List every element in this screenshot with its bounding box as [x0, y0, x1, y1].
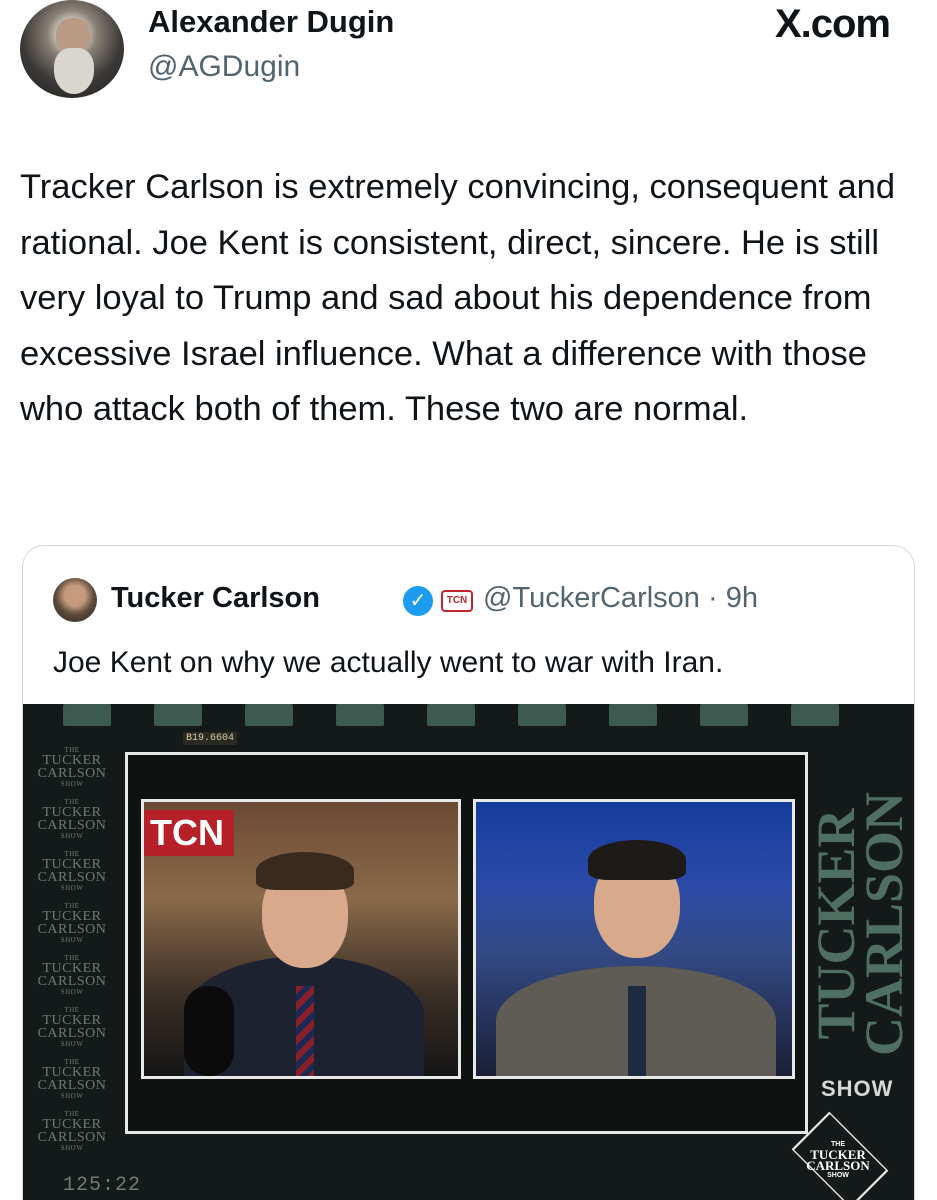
film-strip-decoration — [63, 704, 913, 730]
video-thumbnail[interactable]: B19.6604 THE TUCKER CARLSON SHOW THE TUCKER C… — [23, 704, 914, 1200]
film-hole — [154, 704, 202, 726]
quoted-tweet-card[interactable]: Tucker Carlson ✓ TCN @TuckerCarlson · 9h… — [22, 545, 915, 1200]
tcn-sign: TCN — [144, 810, 234, 856]
watermark-item: THE TUCKER CARLSON SHOW — [37, 954, 107, 996]
quoted-tweet-header: Tucker Carlson ✓ TCN @TuckerCarlson · 9h — [53, 576, 913, 626]
quoted-author-avatar[interactable] — [53, 578, 97, 622]
left-video-panel: TCN — [141, 799, 461, 1079]
tweet-header: Alexander Dugin @AGDugin X.com — [20, 0, 920, 110]
affiliate-badge-icon[interactable]: TCN — [441, 590, 473, 612]
film-hole — [791, 704, 839, 726]
author-handle[interactable]: @AGDugin — [148, 50, 300, 84]
right-video-panel — [473, 799, 795, 1079]
watermark-item: THE TUCKER CARLSON SHOW — [37, 1006, 107, 1048]
tweet-text: Tracker Carlson is extremely convincing,… — [20, 168, 896, 428]
microphone — [184, 986, 234, 1076]
corner-logo-icon: THE TUCKER CARLSON SHOW — [778, 1111, 898, 1200]
verified-badge-icon: ✓ — [403, 586, 433, 616]
watermark-stack: THE TUCKER CARLSON SHOW THE TUCKER CARLSON SHO… — [31, 746, 113, 1162]
corner-logo-text: THE TUCKER CARLSON SHOW — [806, 1141, 870, 1179]
watermark-item: THE TUCKER CARLSON SHOW — [37, 746, 107, 788]
watermark-item: THE TUCKER CARLSON SHOW — [37, 1110, 107, 1152]
quoted-author-name[interactable]: Tucker Carlson — [111, 582, 320, 615]
watermark-item: THE TUCKER CARLSON SHOW — [37, 902, 107, 944]
film-hole — [427, 704, 475, 726]
timecode-bottom: 125:22 — [63, 1174, 142, 1197]
quoted-handle-time[interactable]: @TuckerCarlson · 9h — [483, 582, 758, 615]
side-logo-text: TUCKER CARLSON — [806, 791, 914, 1057]
side-logo: TUCKER CARLSON SHOW — [806, 766, 914, 1101]
film-hole — [609, 704, 657, 726]
film-hole — [700, 704, 748, 726]
film-hole — [518, 704, 566, 726]
guest-tie — [628, 986, 646, 1076]
host-tie — [296, 986, 314, 1076]
film-hole — [63, 704, 111, 726]
author-name[interactable]: Alexander Dugin — [148, 4, 394, 40]
watermark-item: THE TUCKER CARLSON SHOW — [37, 798, 107, 840]
quoted-tweet-text: Joe Kent on why we actually went to war … — [53, 646, 724, 679]
x-com-logo: X.com — [774, 2, 891, 46]
film-hole — [245, 704, 293, 726]
guest-hair — [588, 840, 686, 880]
side-logo-show: SHOW — [821, 1076, 894, 1101]
watermark-item: THE TUCKER CARLSON SHOW — [37, 1058, 107, 1100]
avatar-beard — [54, 48, 94, 94]
video-frame: TCN — [125, 752, 808, 1134]
author-avatar[interactable] — [20, 0, 124, 98]
film-hole — [336, 704, 384, 726]
timecode-top: B19.6604 — [183, 732, 238, 745]
watermark-item: THE TUCKER CARLSON SHOW — [37, 850, 107, 892]
host-hair — [256, 852, 354, 890]
